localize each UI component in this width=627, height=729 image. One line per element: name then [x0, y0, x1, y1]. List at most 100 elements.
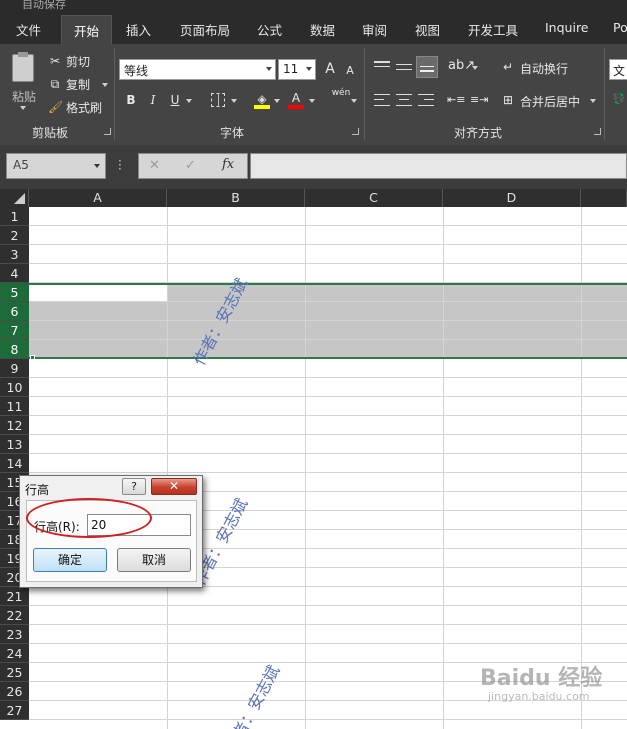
- group-divider: [114, 48, 115, 140]
- row-header-27[interactable]: 27: [0, 701, 29, 720]
- tab-home[interactable]: 开始: [61, 15, 113, 44]
- underline-button[interactable]: U: [168, 92, 182, 108]
- column-header-b[interactable]: B: [167, 189, 305, 207]
- decrease-indent-icon: ⇤≡: [447, 93, 466, 106]
- copy-button[interactable]: 复制: [66, 76, 90, 93]
- row-header-12[interactable]: 12: [0, 416, 29, 435]
- row-header-7[interactable]: 7: [0, 321, 29, 340]
- row-header-13[interactable]: 13: [0, 435, 29, 454]
- wrap-text-button[interactable]: ↵ 自动换行: [500, 59, 580, 77]
- alignment-launcher-icon[interactable]: [594, 128, 601, 135]
- align-middle-button[interactable]: [396, 60, 412, 74]
- phonetic-dropdown-icon[interactable]: [351, 99, 357, 103]
- gridline-horizontal: [29, 434, 627, 435]
- row-header-14[interactable]: 14: [0, 454, 29, 473]
- wrap-text-icon: ↵: [502, 60, 514, 74]
- column-header-e[interactable]: [581, 189, 627, 207]
- row-header-10[interactable]: 10: [0, 378, 29, 397]
- phonetic-button[interactable]: wén: [326, 88, 356, 98]
- merge-dropdown-icon[interactable]: [590, 99, 596, 103]
- ok-button[interactable]: 确定: [33, 548, 107, 572]
- align-right-button[interactable]: [418, 94, 434, 106]
- align-bottom-button[interactable]: [416, 56, 438, 78]
- shrink-font-button[interactable]: A: [343, 63, 357, 79]
- formula-bar: A5 · · · ✕ ✓ fx: [0, 145, 627, 189]
- clipboard-clip-icon: [18, 52, 28, 57]
- row-header-23[interactable]: 23: [0, 625, 29, 644]
- paste-dropdown-icon[interactable]: [20, 106, 26, 110]
- number-format-combo[interactable]: 文: [609, 59, 627, 80]
- cut-button[interactable]: 剪切: [66, 53, 90, 70]
- paste-button[interactable]: 粘贴: [6, 52, 40, 112]
- tab-inquire[interactable]: Inquire: [545, 20, 589, 35]
- decrease-indent-button[interactable]: ⇤≡: [447, 92, 466, 108]
- ribbon-home: 粘贴 ✂ 剪切 ⧉ 复制 🖌 格式刷 剪贴板 等线 11 A A B I U ◈…: [0, 44, 627, 145]
- copy-dropdown-icon[interactable]: [102, 83, 108, 87]
- tab-review[interactable]: 审阅: [362, 20, 387, 39]
- row-header-24[interactable]: 24: [0, 644, 29, 663]
- fill-color-button[interactable]: ◈: [254, 91, 270, 109]
- tab-power[interactable]: Po: [613, 20, 627, 35]
- fill-color-dropdown-icon[interactable]: [274, 99, 280, 103]
- row-header-11[interactable]: 11: [0, 397, 29, 416]
- tab-formulas[interactable]: 公式: [257, 20, 282, 39]
- shrink-font-icon: A: [346, 64, 354, 77]
- tab-file[interactable]: 文件: [16, 20, 41, 39]
- column-header-d[interactable]: D: [443, 189, 581, 207]
- help-button[interactable]: ?: [122, 478, 146, 495]
- column-header-c[interactable]: C: [305, 189, 443, 207]
- row-header-5[interactable]: 5: [0, 283, 29, 302]
- align-top-button[interactable]: [374, 60, 390, 74]
- grow-font-button[interactable]: A: [322, 61, 338, 77]
- row-header-1[interactable]: 1: [0, 207, 29, 226]
- font-name-combo[interactable]: 等线: [119, 59, 276, 80]
- row-header-26[interactable]: 26: [0, 682, 29, 701]
- select-all-button[interactable]: [0, 189, 29, 207]
- merge-center-button[interactable]: ⊞ 合并后居中: [500, 92, 600, 110]
- align-left-button[interactable]: [374, 94, 390, 106]
- row-header-8[interactable]: 8: [0, 340, 29, 359]
- grow-font-icon: A: [325, 61, 335, 77]
- insert-function-button[interactable]: fx: [222, 157, 234, 172]
- orientation-dropdown-icon[interactable]: [472, 66, 478, 70]
- increase-indent-button[interactable]: ≡⇥: [470, 92, 488, 108]
- name-box-value: A5: [13, 158, 29, 172]
- orientation-button[interactable]: ab↗: [448, 58, 475, 74]
- bold-button[interactable]: B: [124, 92, 138, 108]
- tab-view[interactable]: 视图: [415, 20, 440, 39]
- font-launcher-icon[interactable]: [352, 128, 359, 135]
- borders-button[interactable]: [211, 93, 225, 107]
- formula-input[interactable]: [250, 153, 627, 179]
- name-box[interactable]: A5: [6, 153, 106, 179]
- tab-data[interactable]: 数据: [310, 20, 335, 39]
- row-header-4[interactable]: 4: [0, 264, 29, 283]
- align-center-button[interactable]: [396, 94, 412, 106]
- gridline-horizontal: [29, 624, 627, 625]
- row-header-22[interactable]: 22: [0, 606, 29, 625]
- cancel-button[interactable]: 取消: [117, 548, 191, 572]
- row-header-3[interactable]: 3: [0, 245, 29, 264]
- row-header-6[interactable]: 6: [0, 302, 29, 321]
- italic-button[interactable]: I: [146, 92, 160, 108]
- row-header-9[interactable]: 9: [0, 359, 29, 378]
- close-button[interactable]: ✕: [151, 478, 197, 495]
- font-color-button[interactable]: A: [288, 91, 304, 109]
- row-header-21[interactable]: 21: [0, 587, 29, 606]
- borders-dropdown-icon[interactable]: [231, 99, 237, 103]
- confirm-entry-button[interactable]: ✓: [185, 158, 196, 173]
- tab-page-layout[interactable]: 页面布局: [180, 20, 230, 39]
- cancel-entry-button[interactable]: ✕: [149, 158, 160, 173]
- column-header-a[interactable]: A: [29, 189, 167, 207]
- font-color-dropdown-icon[interactable]: [309, 99, 315, 103]
- merge-center-icon: ⊞: [502, 93, 514, 107]
- clipboard-launcher-icon[interactable]: [104, 128, 111, 135]
- font-size-combo[interactable]: 11: [278, 59, 316, 80]
- format-painter-button[interactable]: 格式刷: [66, 99, 102, 116]
- row-header-25[interactable]: 25: [0, 663, 29, 682]
- fill-handle[interactable]: [30, 355, 35, 360]
- tab-developer[interactable]: 开发工具: [468, 20, 518, 39]
- underline-dropdown-icon[interactable]: [186, 99, 192, 103]
- currency-icon[interactable]: 💱: [612, 92, 626, 108]
- row-header-2[interactable]: 2: [0, 226, 29, 245]
- tab-insert[interactable]: 插入: [126, 20, 151, 39]
